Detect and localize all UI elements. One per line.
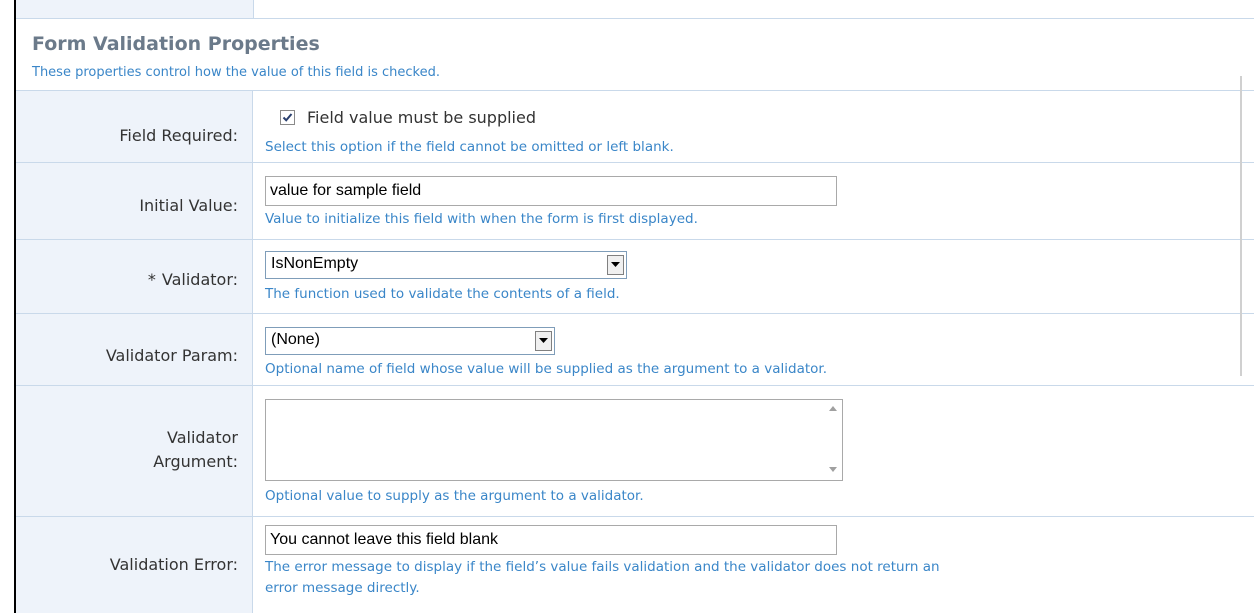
dropdown-arrow-icon [611,262,620,267]
validator-label-cell: * Validator: [16,240,253,313]
validation-error-help-line2: error message directly. [265,580,420,596]
field-required-row: Field Required: Field value must be supp… [16,91,1254,163]
validator-argument-label: Validator Argument: [153,426,238,474]
validator-help: The function used to validate the conten… [265,286,620,302]
validator-argument-label-line2: Argument: [153,452,238,471]
field-required-checkbox-label[interactable]: Field value must be supplied [307,108,536,127]
validator-param-select[interactable]: (None) [265,327,555,355]
field-required-checkbox[interactable] [280,110,295,125]
textarea-scrollbar[interactable] [824,400,842,480]
validator-param-selected-value: (None) [271,331,320,348]
validator-param-help: Optional name of field whose value will … [265,361,827,377]
validator-label-group: * Validator: [148,270,238,289]
validator-param-label: Validator Param: [105,346,238,365]
validator-argument-row: Validator Argument: Optional value to su… [16,386,1254,517]
checkmark-icon [282,113,293,122]
validation-error-help-line1: The error message to display if the fiel… [265,559,940,575]
validator-argument-label-cell: Validator Argument: [16,386,253,516]
dropdown-arrow-icon [539,338,548,343]
scroll-up-icon[interactable] [829,406,837,411]
required-asterisk: * [147,270,156,289]
window-right-edge [1240,76,1242,376]
validator-selected-value: IsNonEmpty [271,255,359,272]
initial-value-label: Initial Value: [139,196,238,215]
validator-label: Validator: [161,270,238,289]
section-title: Form Validation Properties [32,33,320,55]
scroll-down-icon[interactable] [829,467,837,472]
field-required-label: Field Required: [119,126,238,145]
validator-param-row: Validator Param: (None) Optional name of… [16,314,1254,386]
form-frame: Form Validation Properties These propert… [14,0,1254,613]
previous-row-strip [16,0,1254,19]
validation-error-row: Validation Error: You cannot leave this … [16,517,1254,613]
validator-row: * Validator: IsNonEmpty The function used… [16,240,1254,314]
field-required-help: Select this option if the field cannot b… [265,139,674,155]
initial-value-label-cell: Initial Value: [16,163,253,239]
section-description: These properties control how the value o… [32,65,441,80]
validation-error-label-cell: Validation Error: [16,517,253,613]
validation-error-input[interactable]: You cannot leave this field blank [265,525,837,555]
validator-argument-label-line1: Validator [167,428,238,447]
initial-value-input[interactable]: value for sample field [265,176,837,206]
initial-value-help: Value to initialize this field with when… [265,211,698,227]
validator-param-label-cell: Validator Param: [16,314,253,385]
validator-argument-textarea[interactable] [265,399,843,481]
validator-dropdown-button[interactable] [607,255,624,275]
initial-value-row: Initial Value: value for sample field Va… [16,163,1254,240]
previous-row-label-cell [16,0,254,18]
validator-argument-help: Optional value to supply as the argument… [265,488,644,504]
validation-error-help: The error message to display if the fiel… [265,557,940,599]
validation-error-label: Validation Error: [109,555,238,574]
validator-param-dropdown-button[interactable] [535,331,552,351]
section-header: Form Validation Properties These propert… [16,19,1254,91]
validator-select[interactable]: IsNonEmpty [265,251,627,279]
field-required-label-cell: Field Required: [16,91,253,162]
